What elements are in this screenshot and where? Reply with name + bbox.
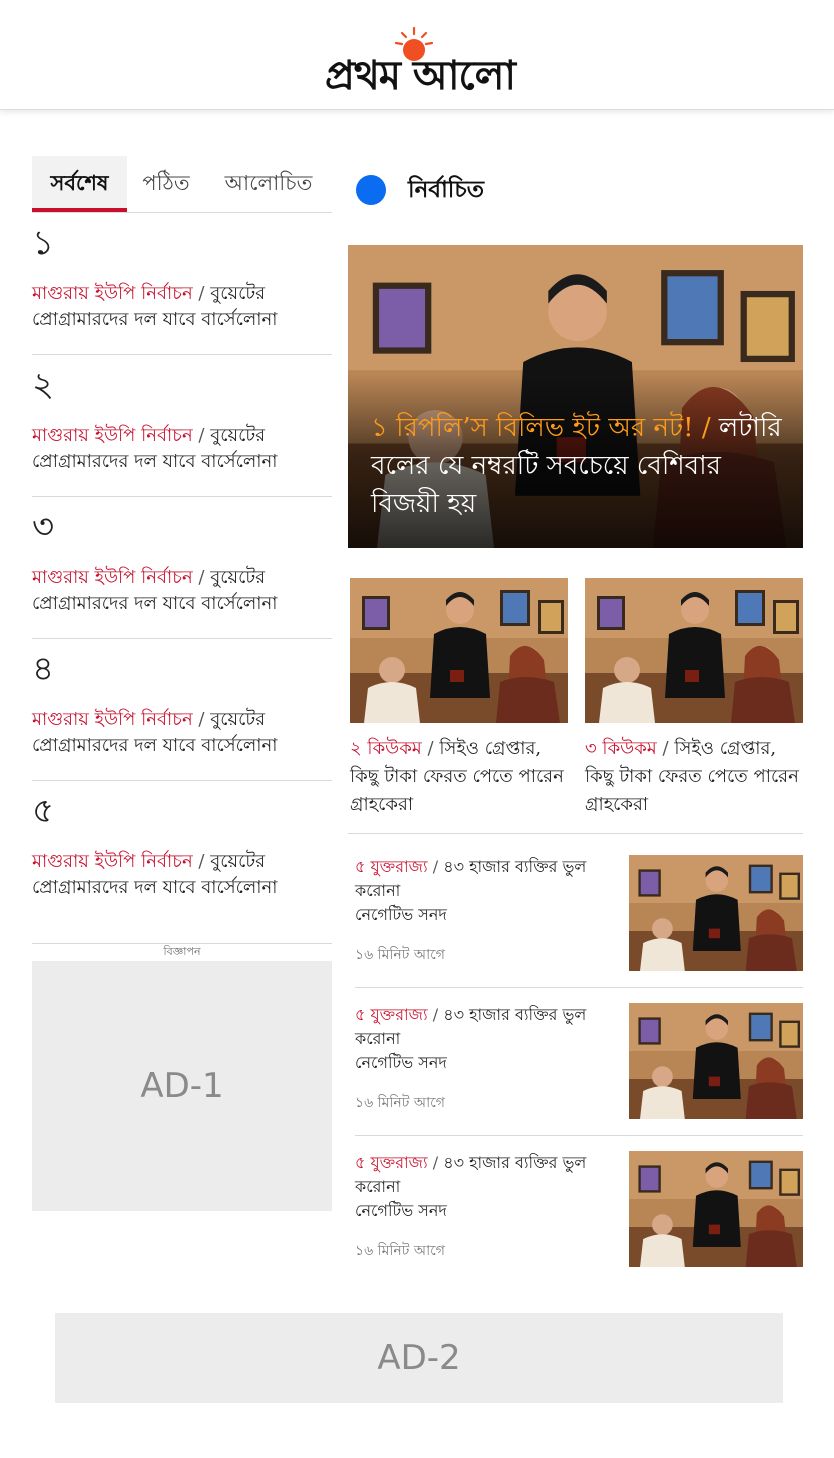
ad-slot-1: বিজ্ঞাপন AD-1 — [32, 943, 332, 1211]
list-photo — [629, 1003, 803, 1119]
tab-most-read[interactable]: পঠিত — [127, 156, 205, 212]
separator: / — [432, 857, 439, 876]
rank-kicker: মাগুরায় ইউপি নির্বাচন — [32, 851, 193, 872]
rank-headline: মাগুরায় ইউপি নির্বাচন / বুয়েটের প্রোগ্… — [32, 849, 332, 901]
ad-label: বিজ্ঞাপন — [163, 945, 201, 958]
separator: / — [198, 567, 205, 588]
story-photo — [350, 578, 568, 723]
logo-text: প্রথম আলো — [324, 53, 516, 99]
rank-number: ৫ — [32, 791, 55, 831]
list-title-line2: নেগেটিভ সনদ — [355, 905, 447, 924]
ranked-news-item[interactable]: ২ মাগুরায় ইউপি নির্বাচন / বুয়েটের প্রো… — [32, 355, 332, 497]
ranking-tabs: সর্বশেষ পঠিত আলোচিত — [32, 156, 332, 213]
tab-most-discussed[interactable]: আলোচিত — [205, 156, 332, 212]
story-list: ৫ যুক্তরাজ্য / ৪৩ হাজার ব্যক্তির ভুল করো… — [355, 855, 803, 1299]
separator: / — [198, 283, 205, 304]
site-header: প্রথম আলো — [0, 0, 834, 110]
list-kicker: ৫ যুক্তরাজ্য — [355, 1005, 428, 1024]
rank-kicker: মাগুরায় ইউপি নির্বাচন — [32, 283, 193, 304]
rank-headline: মাগুরায় ইউপি নির্বাচন / বুয়েটের প্রোগ্… — [32, 565, 332, 617]
separator: / — [198, 709, 205, 730]
story-photo — [585, 578, 803, 723]
prothom-alo-logo[interactable]: প্রথম আলো — [280, 18, 560, 99]
section-dot-icon — [356, 175, 386, 205]
list-item[interactable]: ৫ যুক্তরাজ্য / ৪৩ হাজার ব্যক্তির ভুল করো… — [355, 1151, 803, 1299]
ranked-news-item[interactable]: ৪ মাগুরায় ইউপি নির্বাচন / বুয়েটের প্রো… — [32, 639, 332, 781]
section-title: নির্বাচিত — [408, 176, 485, 203]
rank-kicker: মাগুরায় ইউপি নির্বাচন — [32, 567, 193, 588]
list-headline: ৫ যুক্তরাজ্য / ৪৩ হাজার ব্যক্তির ভুল করো… — [355, 1151, 595, 1223]
card-kicker: ৩ কিউকম — [585, 738, 657, 759]
hero-kicker: ১ রিপলি’স বিলিভ ইট অর নট! — [371, 413, 694, 443]
tab-latest[interactable]: সর্বশেষ — [32, 156, 127, 212]
separator: / — [701, 413, 711, 443]
list-headline: ৫ যুক্তরাজ্য / ৪৩ হাজার ব্যক্তির ভুল করো… — [355, 1003, 595, 1075]
ranked-news-item[interactable]: ১ মাগুরায় ইউপি নির্বাচন / বুয়েটের প্রো… — [32, 213, 332, 355]
rank-headline: মাগুরায় ইউপি নির্বাচন / বুয়েটের প্রোগ্… — [32, 423, 332, 475]
separator: / — [432, 1153, 439, 1172]
ad-banner-2[interactable]: AD-2 — [55, 1313, 783, 1403]
hero-headline: ১ রিপলি’স বিলিভ ইট অর নট! / লটারি বলের য… — [371, 409, 785, 523]
list-time: ১৬ মিনিট আগে — [355, 1095, 445, 1111]
rank-kicker: মাগুরায় ইউপি নির্বাচন — [32, 709, 193, 730]
separator: / — [662, 738, 669, 759]
hero-story[interactable]: ১ রিপলি’স বিলিভ ইট অর নট! / লটারি বলের য… — [348, 245, 803, 548]
story-card[interactable]: ২ কিউকম / সিইও গ্রেপ্তার, কিছু টাকা ফেরত… — [350, 578, 568, 819]
list-photo — [629, 1151, 803, 1267]
list-kicker: ৫ যুক্তরাজ্য — [355, 857, 428, 876]
ranked-news-list: ১ মাগুরায় ইউপি নির্বাচন / বুয়েটের প্রো… — [32, 213, 332, 923]
rank-number: ২ — [32, 365, 55, 405]
separator: / — [427, 738, 434, 759]
list-kicker: ৫ যুক্তরাজ্য — [355, 1153, 428, 1172]
list-item[interactable]: ৫ যুক্তরাজ্য / ৪৩ হাজার ব্যক্তির ভুল করো… — [355, 1003, 803, 1151]
list-divider — [355, 1135, 803, 1136]
ranked-news-item[interactable]: ৩ মাগুরায় ইউপি নির্বাচন / বুয়েটের প্রো… — [32, 497, 332, 639]
rank-number: ১ — [32, 223, 55, 263]
list-title-line2: নেগেটিভ সনদ — [355, 1201, 447, 1220]
list-item[interactable]: ৫ যুক্তরাজ্য / ৪৩ হাজার ব্যক্তির ভুল করো… — [355, 855, 803, 1003]
list-headline: ৫ যুক্তরাজ্য / ৪৩ হাজার ব্যক্তির ভুল করো… — [355, 855, 595, 927]
rank-headline: মাগুরায় ইউপি নির্বাচন / বুয়েটের প্রোগ্… — [32, 707, 332, 759]
section-divider — [348, 833, 803, 834]
list-time: ১৬ মিনিট আগে — [355, 1243, 445, 1259]
story-card[interactable]: ৩ কিউকম / সিইও গ্রেপ্তার, কিছু টাকা ফেরত… — [585, 578, 803, 819]
rank-number: ৪ — [32, 649, 55, 689]
separator: / — [432, 1005, 439, 1024]
ad-banner-1[interactable]: AD-1 — [32, 961, 332, 1211]
separator: / — [198, 851, 205, 872]
card-headline: ২ কিউকম / সিইও গ্রেপ্তার, কিছু টাকা ফেরত… — [350, 735, 568, 819]
list-divider — [355, 987, 803, 988]
list-time: ১৬ মিনিট আগে — [355, 947, 445, 963]
card-headline: ৩ কিউকম / সিইও গ্রেপ্তার, কিছু টাকা ফেরত… — [585, 735, 803, 819]
list-photo — [629, 855, 803, 971]
rank-kicker: মাগুরায় ইউপি নির্বাচন — [32, 425, 193, 446]
card-kicker: ২ কিউকম — [350, 738, 422, 759]
ranked-news-item[interactable]: ৫ মাগুরায় ইউপি নির্বাচন / বুয়েটের প্রো… — [32, 781, 332, 923]
rank-number: ৩ — [32, 507, 55, 547]
rank-headline: মাগুরায় ইউপি নির্বাচন / বুয়েটের প্রোগ্… — [32, 281, 332, 333]
separator: / — [198, 425, 205, 446]
list-title-line2: নেগেটিভ সনদ — [355, 1053, 447, 1072]
